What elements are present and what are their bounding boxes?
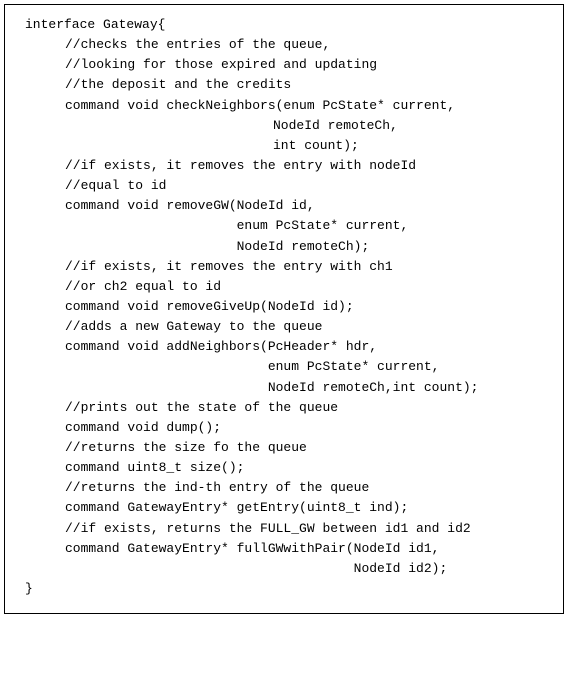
code-line: NodeId remoteCh); — [17, 237, 551, 257]
code-line: command void addNeighbors(PcHeader* hdr, — [17, 337, 551, 357]
code-line: enum PcState* current, — [17, 216, 551, 236]
code-line: NodeId remoteCh,int count); — [17, 378, 551, 398]
code-line: interface Gateway{ — [17, 15, 551, 35]
code-line: //if exists, it removes the entry with c… — [17, 257, 551, 277]
code-line: //prints out the state of the queue — [17, 398, 551, 418]
code-listing-container: interface Gateway{ //checks the entries … — [4, 4, 564, 614]
code-line: command GatewayEntry* fullGWwithPair(Nod… — [17, 539, 551, 559]
code-line: command GatewayEntry* getEntry(uint8_t i… — [17, 498, 551, 518]
code-line: //adds a new Gateway to the queue — [17, 317, 551, 337]
code-line: command void checkNeighbors(enum PcState… — [17, 96, 551, 116]
code-line: } — [17, 579, 551, 599]
code-line: //equal to id — [17, 176, 551, 196]
code-line: command void removeGiveUp(NodeId id); — [17, 297, 551, 317]
code-line: //returns the size fo the queue — [17, 438, 551, 458]
code-line: NodeId id2); — [17, 559, 551, 579]
code-line: //checks the entries of the queue, — [17, 35, 551, 55]
code-line: int count); — [17, 136, 551, 156]
code-line: enum PcState* current, — [17, 357, 551, 377]
code-line: //or ch2 equal to id — [17, 277, 551, 297]
code-line: command uint8_t size(); — [17, 458, 551, 478]
code-line: NodeId remoteCh, — [17, 116, 551, 136]
code-line: //looking for those expired and updating — [17, 55, 551, 75]
code-line: //the deposit and the credits — [17, 75, 551, 95]
code-line: //if exists, it removes the entry with n… — [17, 156, 551, 176]
code-line: //returns the ind-th entry of the queue — [17, 478, 551, 498]
code-line: command void removeGW(NodeId id, — [17, 196, 551, 216]
code-line: command void dump(); — [17, 418, 551, 438]
code-line: //if exists, returns the FULL_GW between… — [17, 519, 551, 539]
